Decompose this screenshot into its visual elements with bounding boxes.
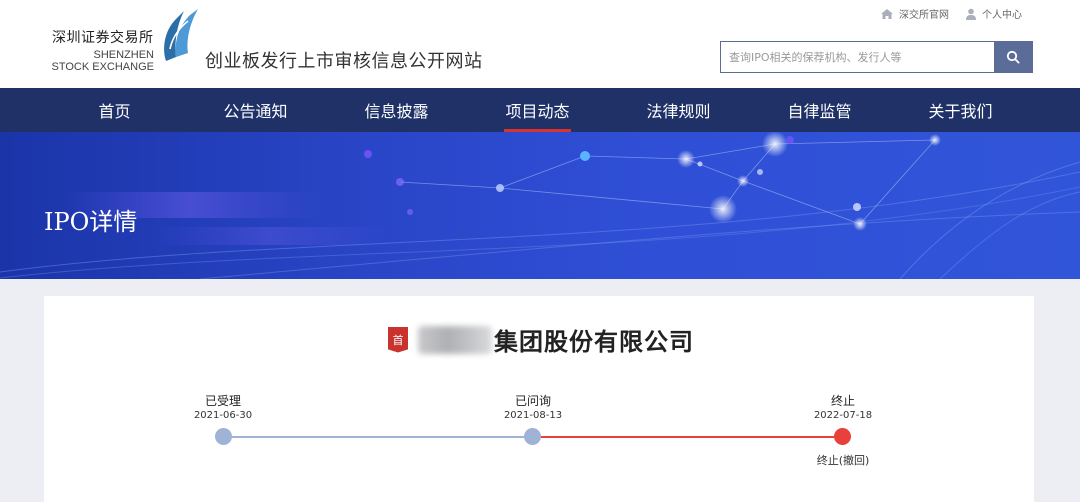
home-icon <box>881 8 893 19</box>
site-title: 创业板发行上市审核信息公开网站 <box>205 51 483 72</box>
step-label: 已受理 <box>204 394 241 408</box>
search-input[interactable] <box>721 42 994 72</box>
nav-item-home[interactable]: 首页 <box>44 88 185 132</box>
search-button[interactable] <box>994 42 1032 72</box>
search-box <box>720 41 1033 73</box>
personal-center-link[interactable]: 个人中心 <box>965 6 1022 21</box>
step-date: 2022-07-18 <box>813 410 873 421</box>
szse-logo-icon[interactable] <box>160 9 200 65</box>
logo-chinese-name[interactable]: 深圳证券交易所 <box>52 27 154 47</box>
ipo-detail-card: 首 集团股份有限公司 已受理 2021-06-30 已问询 2021-08-13… <box>44 296 1034 502</box>
search-icon <box>1006 50 1020 64</box>
nav-item-project-updates[interactable]: 项目动态 <box>467 88 608 132</box>
timeline-segment-done <box>223 436 532 438</box>
step-node-terminated[interactable] <box>834 428 851 445</box>
network-decoration <box>0 132 1080 279</box>
step-sub-status: 终止(撤回) <box>816 454 870 467</box>
step-node-inquired[interactable] <box>524 428 541 445</box>
step-label: 终止 <box>830 394 855 408</box>
timeline-segment-terminated <box>532 436 842 438</box>
step-date: 2021-06-30 <box>193 410 253 421</box>
top-links: 深交所官网 个人中心 <box>864 6 1022 21</box>
logo-english-name[interactable]: SHENZHEN STOCK EXCHANGE <box>50 49 155 73</box>
main-nav: 首页 公告通知 信息披露 项目动态 法律规则 自律监管 关于我们 <box>0 88 1080 132</box>
nav-item-supervision[interactable]: 自律监管 <box>749 88 890 132</box>
page-banner: IPO详情 <box>0 132 1080 279</box>
nav-item-rules[interactable]: 法律规则 <box>608 88 749 132</box>
step-label: 已问询 <box>514 394 551 408</box>
nav-item-about[interactable]: 关于我们 <box>890 88 1031 132</box>
progress-timeline: 已受理 2021-06-30 已问询 2021-08-13 终止 2022-07… <box>44 296 1034 502</box>
step-node-accepted[interactable] <box>215 428 232 445</box>
site-header: 深圳证券交易所 SHENZHEN STOCK EXCHANGE 创业板发行上市审… <box>0 0 1080 88</box>
nav-item-disclosure[interactable]: 信息披露 <box>326 88 467 132</box>
banner-title: IPO详情 <box>44 208 138 236</box>
step-date: 2021-08-13 <box>503 410 563 421</box>
nav-item-announcements[interactable]: 公告通知 <box>185 88 326 132</box>
szse-official-link[interactable]: 深交所官网 <box>880 6 949 21</box>
user-icon <box>966 8 976 20</box>
